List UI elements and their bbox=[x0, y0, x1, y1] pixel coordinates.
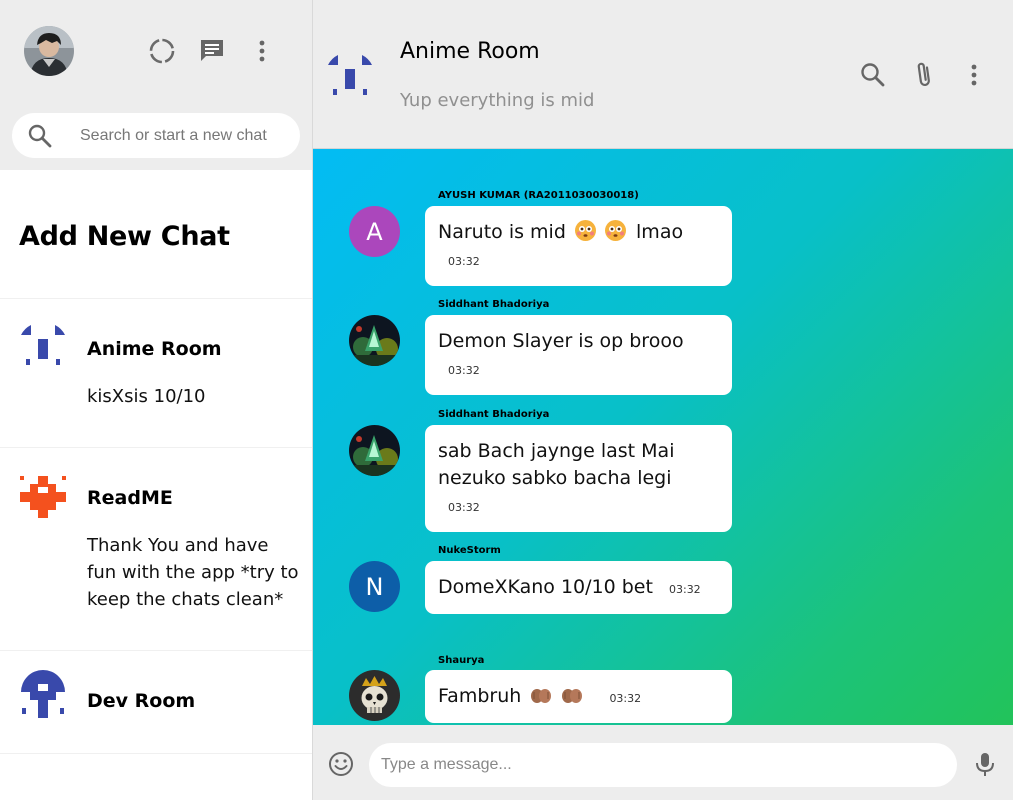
sender-avatar[interactable]: N bbox=[349, 561, 400, 612]
search-container bbox=[0, 100, 312, 170]
user-avatar[interactable] bbox=[24, 26, 74, 76]
message-text: DomeXKano 10/10 bet bbox=[438, 576, 653, 598]
message-sender: Siddhant Bhadoriya bbox=[438, 299, 550, 310]
dev-room-avatar bbox=[18, 670, 68, 720]
emoji-icon[interactable] bbox=[327, 750, 355, 778]
anime-room-avatar bbox=[18, 321, 68, 371]
search-bar bbox=[12, 113, 300, 158]
chat-item-anime-room[interactable]: Anime Room kisXsis 10/10 bbox=[0, 299, 312, 448]
search-icon[interactable] bbox=[27, 123, 53, 149]
message-text-line-2: nezuko sabko bacha legi bbox=[438, 467, 672, 489]
sender-avatar[interactable]: A bbox=[349, 206, 400, 257]
message-sender: Siddhant Bhadoriya bbox=[438, 409, 550, 420]
message-text: Fambruh bbox=[438, 685, 522, 707]
folded-hands-icon bbox=[561, 686, 583, 704]
add-new-chat-button[interactable]: Add New Chat bbox=[0, 170, 312, 299]
message-bubble: Fambruh 03:32 bbox=[425, 670, 732, 723]
flushed-emoji-icon bbox=[574, 220, 596, 241]
message-time: 03:32 bbox=[448, 501, 480, 514]
chat-item-last-message: kisXsis 10/10 bbox=[87, 386, 206, 407]
sender-avatar[interactable] bbox=[349, 670, 400, 721]
add-new-chat-label: Add New Chat bbox=[19, 220, 230, 252]
message-text-line-1: sab Bach jaynge last Mai bbox=[438, 440, 675, 462]
message-time: 03:32 bbox=[448, 255, 480, 268]
search-icon[interactable] bbox=[858, 60, 888, 90]
room-avatar[interactable] bbox=[325, 51, 375, 101]
readme-avatar bbox=[18, 472, 68, 522]
search-input[interactable] bbox=[80, 121, 290, 151]
message-text-suffix: lmao bbox=[636, 221, 684, 243]
message-text: Naruto is mid bbox=[438, 221, 566, 243]
status-icon[interactable] bbox=[148, 37, 176, 65]
message-composer bbox=[313, 725, 1013, 800]
sender-avatar[interactable] bbox=[349, 425, 400, 476]
new-chat-icon[interactable] bbox=[198, 37, 226, 65]
chat-panel: Anime Room Yup everything is mid AYUSH K… bbox=[313, 0, 1013, 800]
chat-item-name: Dev Room bbox=[87, 690, 196, 712]
chat-item-last-message: Thank You and have fun with the app *try… bbox=[87, 535, 299, 610]
more-vert-icon[interactable] bbox=[248, 37, 276, 65]
avatar-letter: N bbox=[365, 572, 384, 601]
message-text: Demon Slayer is op brooo bbox=[438, 330, 684, 352]
sidebar: Add New Chat Anime Room kisXsis 10/10 bbox=[0, 0, 313, 800]
microphone-icon[interactable] bbox=[971, 750, 999, 778]
chat-item-name: ReadME bbox=[87, 487, 173, 509]
message-bubble: Demon Slayer is op brooo 03:32 bbox=[425, 315, 732, 395]
attach-icon[interactable] bbox=[909, 60, 939, 90]
message-bubble: Naruto is mid lmao 03:32 bbox=[425, 206, 732, 286]
chat-header: Anime Room Yup everything is mid bbox=[313, 0, 1013, 149]
folded-hands-icon bbox=[530, 686, 552, 704]
message-time: 03:32 bbox=[448, 364, 480, 377]
message-sender: NukeStorm bbox=[438, 545, 501, 556]
room-subtitle: Yup everything is mid bbox=[400, 90, 595, 111]
message-time: 03:32 bbox=[609, 692, 642, 705]
flushed-emoji-icon bbox=[604, 220, 626, 241]
avatar-letter: A bbox=[366, 217, 383, 246]
chat-item-readme[interactable]: ReadME Thank You and have fun with the a… bbox=[0, 448, 312, 651]
message-bubble: DomeXKano 10/10 bet 03:32 bbox=[425, 561, 732, 614]
chat-item-name: Anime Room bbox=[87, 338, 222, 360]
message-sender: Shaurya bbox=[438, 655, 485, 666]
sender-avatar[interactable] bbox=[349, 315, 400, 366]
chat-item-dev-room[interactable]: Dev Room bbox=[0, 651, 312, 754]
message-sender: AYUSH KUMAR (RA2011030030018) bbox=[438, 190, 639, 201]
room-title: Anime Room bbox=[400, 39, 540, 64]
message-bubble: sab Bach jaynge last Mai nezuko sabko ba… bbox=[425, 425, 732, 532]
more-vert-icon[interactable] bbox=[959, 60, 989, 90]
message-time: 03:32 bbox=[668, 583, 701, 596]
message-input[interactable] bbox=[369, 743, 957, 787]
message-list[interactable]: AYUSH KUMAR (RA2011030030018) A Naruto i… bbox=[313, 149, 1013, 725]
sidebar-header bbox=[0, 0, 312, 100]
